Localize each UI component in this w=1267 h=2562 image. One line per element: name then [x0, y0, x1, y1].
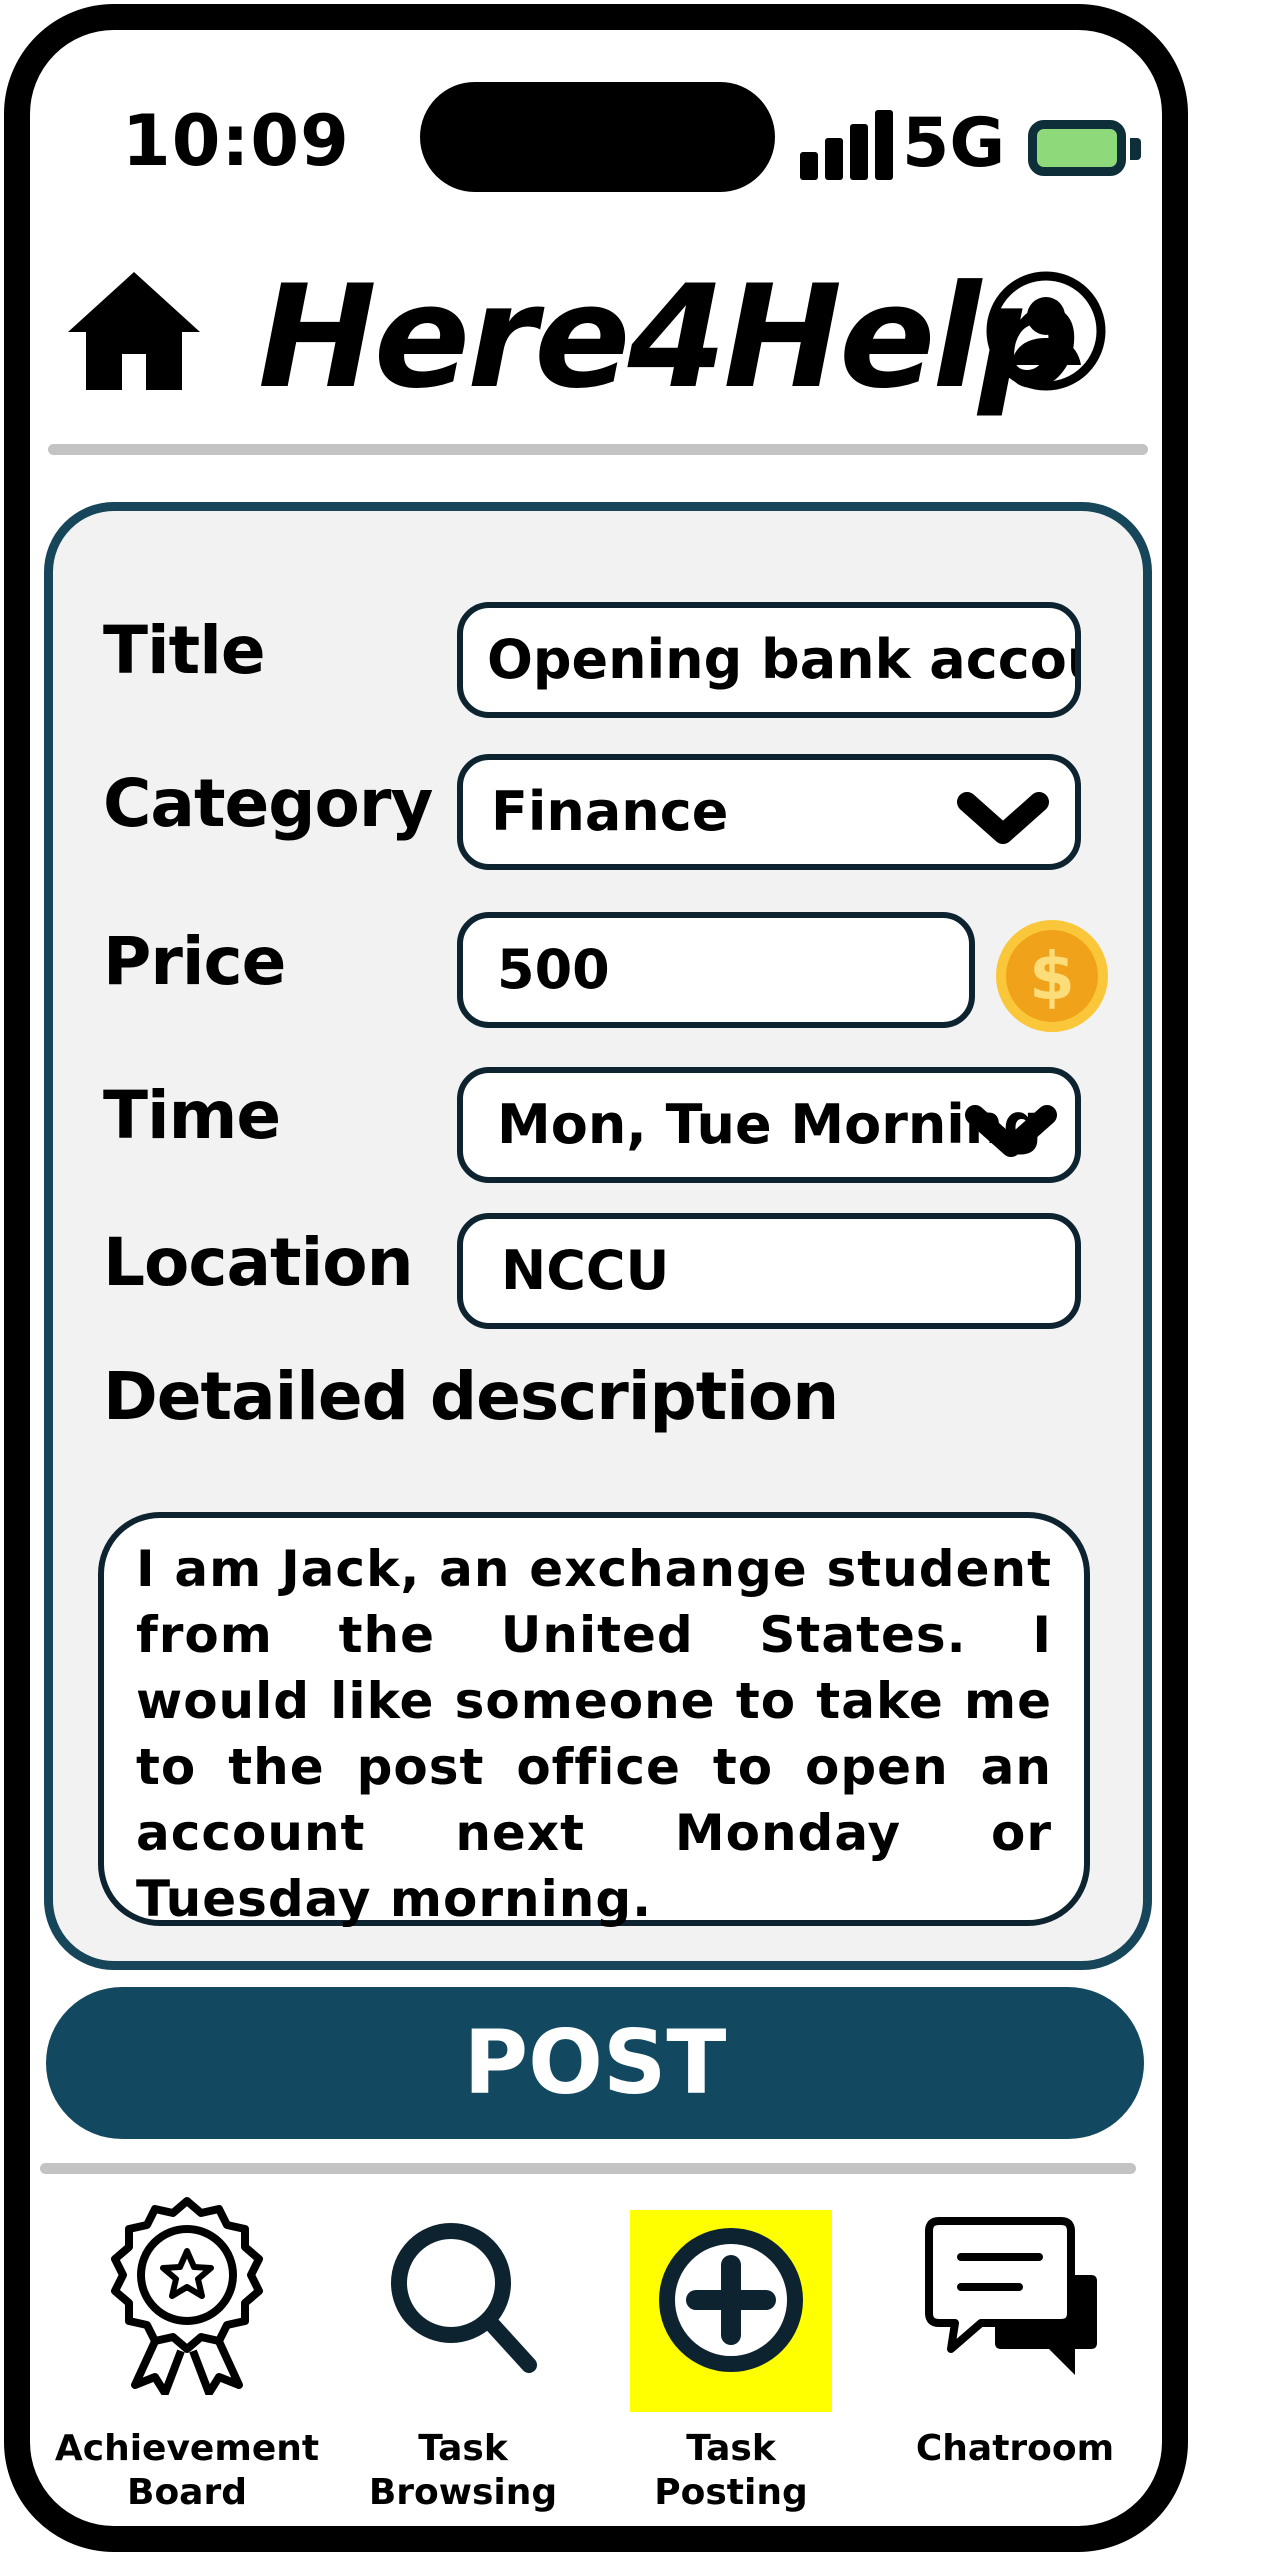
title-label: Title	[103, 612, 266, 689]
time-value: Mon, Tue Morning	[497, 1093, 1042, 1156]
nav-task-posting[interactable]: Task Posting	[610, 2195, 852, 2513]
description-label: Detailed description	[103, 1358, 839, 1435]
coin-icon: $	[996, 920, 1108, 1032]
dynamic-island	[420, 82, 775, 192]
post-button[interactable]: POST	[46, 1987, 1144, 2139]
status-time: 10:09	[122, 100, 350, 182]
plus-circle-icon	[659, 2228, 803, 2372]
battery-icon	[1028, 120, 1141, 176]
location-input[interactable]: NCCU	[457, 1213, 1081, 1329]
signal-icon	[800, 110, 895, 180]
category-label: Category	[103, 765, 433, 842]
title-input[interactable]: Opening bank account	[457, 602, 1081, 718]
category-select[interactable]: Finance	[457, 754, 1081, 870]
chat-icon	[925, 2217, 1097, 2375]
award-icon	[111, 2197, 263, 2395]
time-label: Time	[103, 1077, 281, 1154]
description-textarea[interactable]: I am Jack, an exchange student from the …	[98, 1512, 1090, 1928]
time-select[interactable]: Mon, Tue Morning	[457, 1067, 1081, 1183]
price-label: Price	[103, 923, 286, 1000]
location-label: Location	[103, 1224, 414, 1301]
nav-achievement-board[interactable]: Achievement Board	[52, 2195, 322, 2513]
chevron-down-icon	[957, 792, 1049, 844]
nav-divider	[40, 2163, 1136, 2174]
nav-chatroom[interactable]: Chatroom	[880, 2195, 1150, 2495]
app-title: Here4Help	[258, 255, 1080, 420]
nav-task-browsing[interactable]: Task Browsing	[338, 2195, 588, 2513]
profile-icon[interactable]	[985, 270, 1107, 392]
category-value: Finance	[491, 780, 729, 843]
search-icon	[391, 2223, 537, 2373]
home-icon[interactable]	[64, 266, 204, 396]
header-divider	[48, 444, 1148, 455]
chevron-down-icon	[965, 1105, 1057, 1157]
price-input[interactable]: 500	[457, 912, 975, 1028]
network-type: 5G	[902, 104, 1006, 183]
